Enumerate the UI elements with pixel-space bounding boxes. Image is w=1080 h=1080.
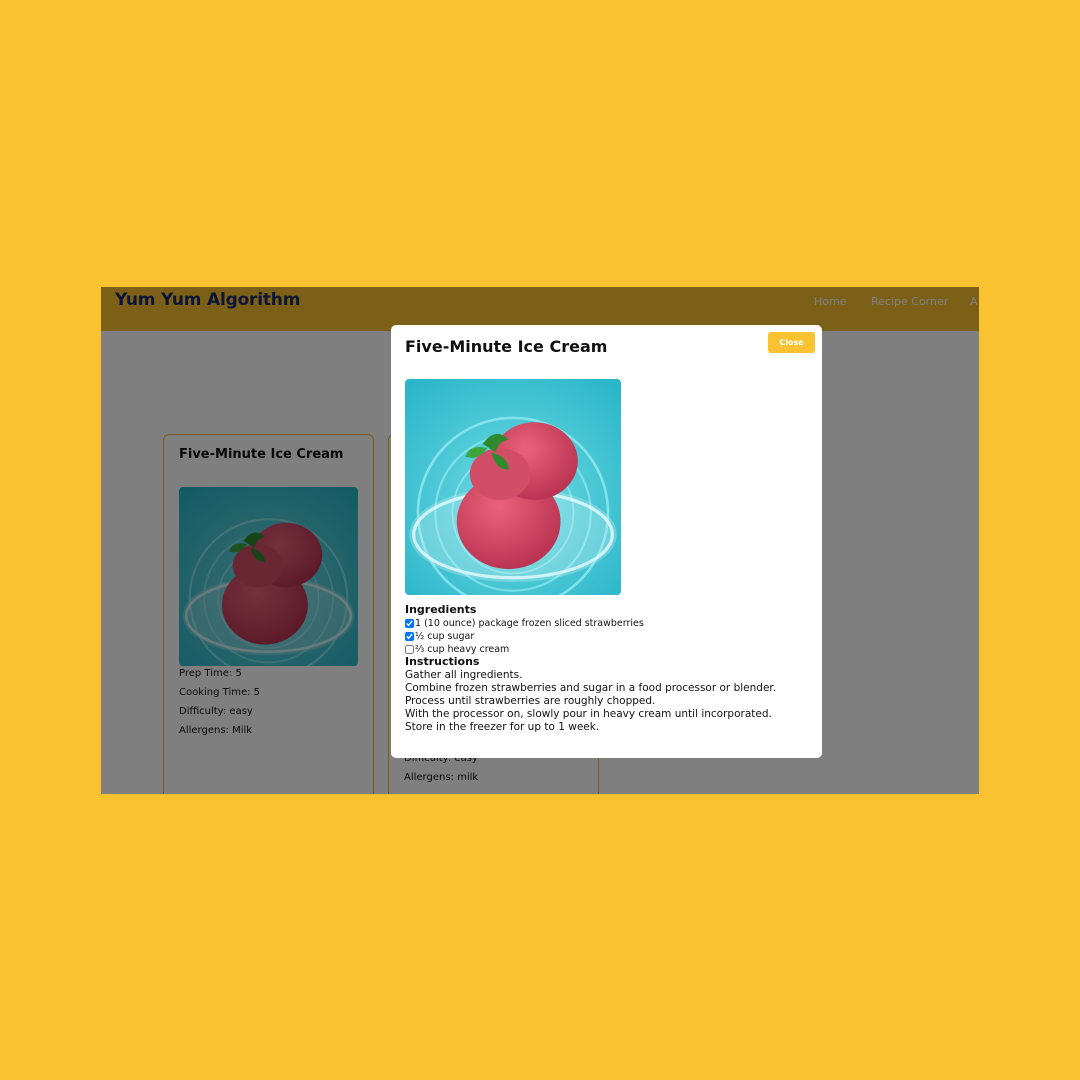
- ingredient-label: ⅔ cup heavy cream: [415, 644, 510, 655]
- instruction-step: With the processor on, slowly pour in he…: [405, 708, 772, 720]
- instruction-step: Gather all ingredients.: [405, 669, 523, 681]
- ingredient-label: 1 (10 ounce) package frozen sliced straw…: [415, 618, 644, 629]
- ingredients-heading: Ingredients: [405, 603, 477, 616]
- modal-title: Five-Minute Ice Cream: [405, 337, 608, 356]
- recipe-image: [405, 379, 621, 595]
- recipe-modal: Five-Minute Ice Cream Close Ingredients …: [391, 325, 822, 758]
- ingredient-item[interactable]: 1 (10 ounce) package frozen sliced straw…: [405, 617, 644, 630]
- ingredient-item[interactable]: ½ cup sugar: [405, 630, 474, 643]
- instruction-step: Combine frozen strawberries and sugar in…: [405, 682, 777, 707]
- instructions-list: Gather all ingredients. Combine frozen s…: [405, 669, 815, 734]
- ingredient-checkbox[interactable]: [405, 645, 414, 654]
- close-button[interactable]: Close: [768, 332, 815, 353]
- ingredient-checkbox[interactable]: [405, 632, 414, 641]
- ingredient-label: ½ cup sugar: [415, 631, 475, 642]
- instruction-step: Store in the freezer for up to 1 week.: [405, 721, 600, 733]
- instructions-heading: Instructions: [405, 655, 480, 668]
- ingredient-checkbox[interactable]: [405, 619, 414, 628]
